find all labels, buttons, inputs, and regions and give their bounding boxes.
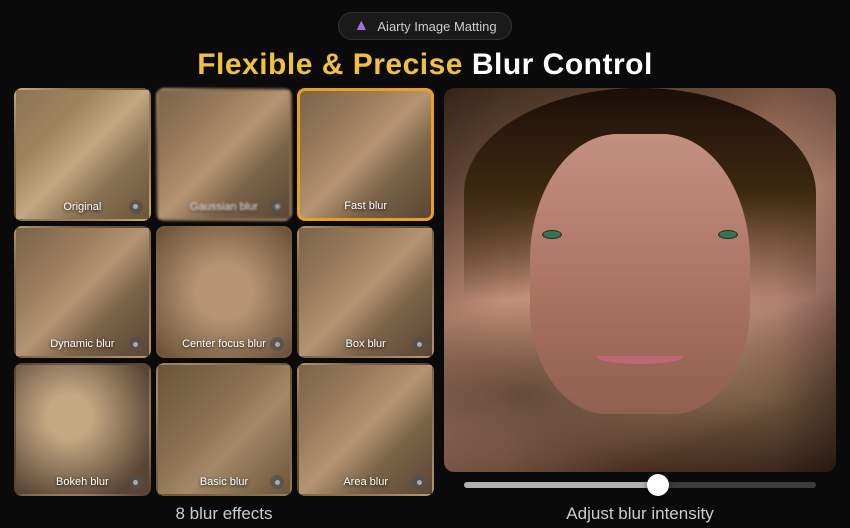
content-area: OriginalGaussian blur Fast blur Dynamic bl… (0, 88, 850, 528)
grid-item-box[interactable]: Box blur (297, 226, 434, 359)
app-badge: ▲ Aiarty Image Matting (338, 12, 511, 40)
slider-fill (464, 482, 658, 488)
logo-icon: ▲ (353, 17, 371, 35)
grid-item-bokeh[interactable]: Bokeh blur (14, 363, 151, 496)
grid-item-area[interactable]: Area blur (297, 363, 434, 496)
preview-container (444, 88, 836, 472)
slider-area (444, 472, 836, 500)
eyes-row (542, 230, 738, 239)
header: ▲ Aiarty Image Matting Flexible & Precis… (0, 0, 850, 88)
grid-item-dot-bokeh (129, 475, 143, 489)
grid-item-dot-dynamic (129, 337, 143, 351)
face-overlay (530, 134, 750, 414)
grid-item-dot-original (129, 200, 143, 214)
title-rest: Blur Control (463, 48, 653, 81)
grid-item-gaussian[interactable]: Gaussian blur (156, 88, 293, 221)
right-panel: Adjust blur intensity (444, 88, 836, 528)
grid-bottom-label: 8 blur effects (14, 496, 434, 528)
left-panel: OriginalGaussian blur Fast blur Dynamic bl… (14, 88, 434, 528)
grid-item-fast[interactable]: Fast blur (297, 88, 434, 221)
eye-left (542, 230, 562, 239)
app-badge-text: Aiarty Image Matting (377, 19, 496, 34)
blur-grid: OriginalGaussian blur Fast blur Dynamic bl… (14, 88, 434, 496)
grid-item-dot-gaussian (270, 200, 284, 214)
grid-item-center_focus[interactable]: Center focus blur (156, 226, 293, 359)
grid-item-dot-area (412, 475, 426, 489)
grid-item-original[interactable]: Original (14, 88, 151, 221)
main-title: Flexible & Precise Blur Control (197, 48, 653, 82)
slider-thumb[interactable] (647, 474, 669, 496)
preview-portrait (444, 88, 836, 472)
grid-item-label-fast: Fast blur (300, 198, 431, 214)
eye-right (718, 230, 738, 239)
title-highlight: Flexible & Precise (197, 48, 463, 81)
grid-item-basic[interactable]: Basic blur (156, 363, 293, 496)
grid-item-dynamic[interactable]: Dynamic blur (14, 226, 151, 359)
slider-track[interactable] (464, 482, 816, 488)
preview-bottom-label: Adjust blur intensity (444, 500, 836, 528)
